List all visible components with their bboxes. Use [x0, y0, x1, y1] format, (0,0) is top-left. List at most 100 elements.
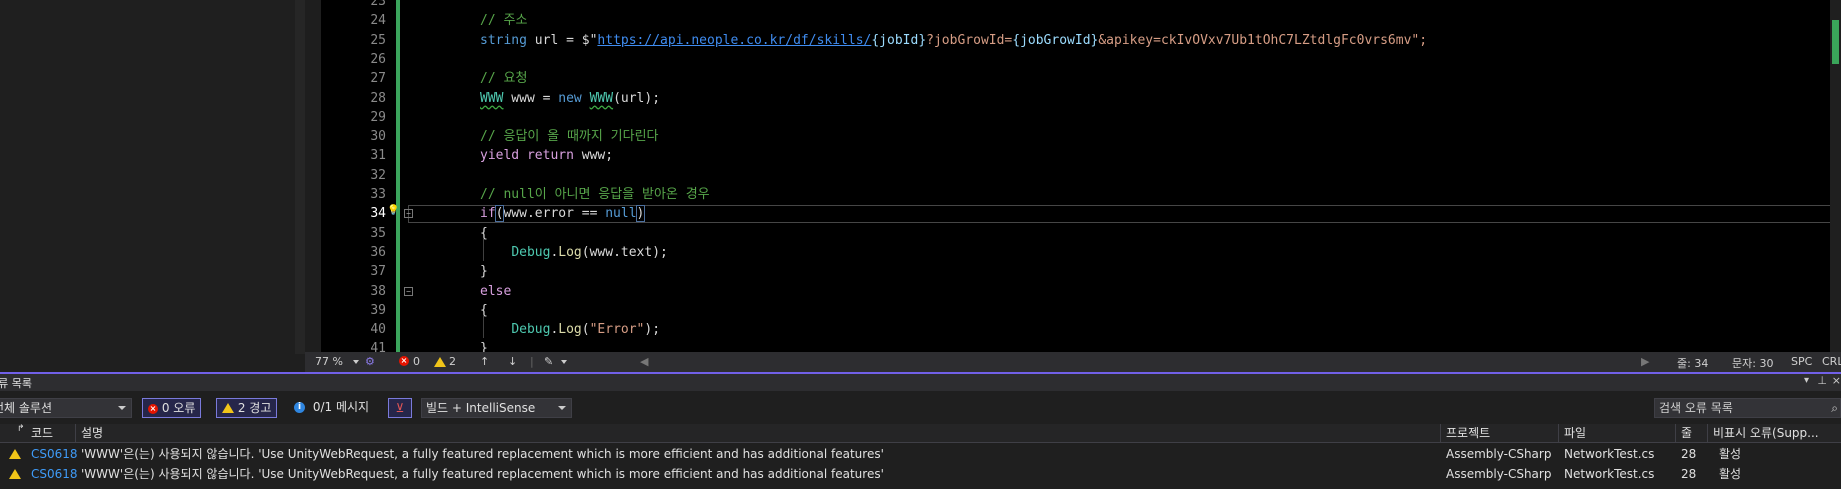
- table-row[interactable]: CS0618 'WWW'은(는) 사용되지 않습니다. 'Use UnityWe…: [0, 445, 1841, 464]
- copilot-icon[interactable]: ⚙: [365, 355, 375, 368]
- zoom-dropdown-icon[interactable]: [353, 360, 359, 364]
- code-line[interactable]: 31 yield return www;: [305, 146, 1841, 165]
- editor-vertical-scrollbar[interactable]: [1830, 0, 1841, 354]
- code-line[interactable]: 26: [305, 50, 1841, 69]
- code-line[interactable]: 24 // 주소: [305, 11, 1841, 30]
- code-line[interactable]: 27 // 요청: [305, 69, 1841, 88]
- previous-issue-icon[interactable]: ↑: [480, 355, 489, 368]
- scope-dropdown[interactable]: 전체 솔루션: [0, 398, 132, 418]
- column-separator[interactable]: [1675, 424, 1676, 442]
- column-indicator[interactable]: 문자: 30: [1732, 355, 1773, 371]
- line-ending-indicator[interactable]: CRLF: [1822, 355, 1841, 368]
- code-line[interactable]: 37}: [305, 262, 1841, 281]
- code-cleanup-icon[interactable]: ✎: [544, 355, 553, 368]
- code-line[interactable]: 32: [305, 166, 1841, 185]
- error-description: 'WWW'은(는) 사용되지 않습니다. 'Use UnityWebReques…: [81, 447, 884, 461]
- line-number: 28: [370, 90, 386, 106]
- code-line[interactable]: 35{: [305, 224, 1841, 243]
- code-token: Log: [558, 244, 582, 260]
- line-number: 36: [370, 244, 386, 260]
- code-text[interactable]: if(www.error == null): [480, 204, 646, 223]
- collapse-icon[interactable]: −: [404, 209, 413, 219]
- code-token: Log: [558, 322, 582, 338]
- code-line[interactable]: 34 if(www.error == null): [305, 204, 1841, 224]
- pin-icon[interactable]: ⊥: [1817, 374, 1827, 387]
- code-text[interactable]: }: [480, 262, 488, 281]
- lightbulb-icon[interactable]: 💡: [387, 205, 399, 216]
- code-text[interactable]: // null이 아니면 응답을 받아온 경우: [480, 185, 710, 204]
- code-text[interactable]: // 응답이 올 때까지 기다린다: [480, 127, 659, 146]
- code-token: (www.text);: [581, 244, 668, 260]
- window-position-icon[interactable]: ▾: [1804, 375, 1809, 386]
- code-line[interactable]: 30 // 응답이 올 때까지 기다린다: [305, 127, 1841, 146]
- code-text[interactable]: // 요청: [480, 69, 527, 88]
- line-indicator[interactable]: 줄: 34: [1677, 355, 1708, 371]
- code-line[interactable]: 39{: [305, 301, 1841, 320]
- error-code-link[interactable]: CS0618: [31, 465, 78, 484]
- table-row[interactable]: CS0618 'WWW'은(는) 사용되지 않습니다. 'Use UnityWe…: [0, 465, 1841, 484]
- code-token: new: [558, 90, 582, 106]
- code-cleanup-dropdown-icon[interactable]: [561, 360, 567, 364]
- scroll-right-icon[interactable]: ▶: [1641, 355, 1649, 368]
- code-text[interactable]: yield return www;: [480, 146, 613, 165]
- collapse-icon[interactable]: −: [404, 286, 413, 296]
- warning-count-icon[interactable]: [434, 357, 446, 367]
- sort-icon[interactable]: ↱: [17, 424, 25, 442]
- code-text[interactable]: else: [480, 282, 511, 301]
- whitespace-indicator[interactable]: SPC: [1791, 355, 1812, 368]
- filter-icon[interactable]: ⊻: [388, 398, 412, 418]
- error-code-link[interactable]: CS0618: [31, 445, 78, 464]
- search-error-list-input[interactable]: 검색 오류 목록 ⌕: [1654, 398, 1841, 418]
- code-line[interactable]: 33 // null이 아니면 응답을 받아온 경우: [305, 185, 1841, 204]
- code-line[interactable]: 40 Debug.Log("Error");: [305, 320, 1841, 339]
- indent-guide: [483, 237, 484, 261]
- code-line[interactable]: 36 Debug.Log(www.text);: [305, 243, 1841, 262]
- error-list-titlebar[interactable]: 오류 목록 ▾ ⊥ ×: [0, 372, 1841, 391]
- build-filter-dropdown[interactable]: 빌드 + IntelliSense: [421, 398, 572, 418]
- code-line[interactable]: 38 else: [305, 282, 1841, 301]
- header-suppression[interactable]: 비표시 오류(Supp...: [1713, 424, 1819, 442]
- warning-count[interactable]: 2: [449, 355, 456, 368]
- code-text[interactable]: string url = $"https://api.neople.co.kr/…: [480, 31, 1427, 50]
- error-line: 28: [1681, 467, 1697, 481]
- close-icon[interactable]: ×: [1832, 374, 1841, 387]
- code-text[interactable]: WWW www = new WWW(url);: [480, 89, 660, 108]
- messages-filter-button[interactable]: i 0/1 메시지: [294, 398, 369, 418]
- errors-filter-label: 0 오류: [161, 401, 196, 415]
- error-list-panel: 오류 목록 ▾ ⊥ × 전체 솔루션 × 0 오류 2 경고 i 0/1 메시지…: [0, 372, 1841, 489]
- code-text[interactable]: // 주소: [480, 11, 527, 30]
- zoom-level[interactable]: 77 %: [315, 355, 343, 368]
- next-issue-icon[interactable]: ↓: [508, 355, 517, 368]
- code-token: WWW: [589, 90, 614, 106]
- header-description[interactable]: 설명: [81, 424, 103, 442]
- column-separator[interactable]: [1707, 424, 1708, 442]
- warning-icon: [222, 402, 234, 413]
- error-count[interactable]: 0: [413, 355, 420, 368]
- code-text[interactable]: Debug.Log("Error");: [480, 320, 660, 339]
- code-token: "Error": [589, 322, 645, 338]
- warnings-filter-button[interactable]: 2 경고: [216, 398, 278, 418]
- code-token: ?jobGrowId=: [926, 32, 1013, 48]
- error-count-icon[interactable]: ×: [399, 356, 409, 366]
- scrollbar-thumb[interactable]: [1832, 20, 1839, 64]
- errors-filter-button[interactable]: × 0 오류: [142, 398, 202, 418]
- scroll-left-icon[interactable]: ◀: [640, 355, 648, 368]
- header-file[interactable]: 파일: [1564, 424, 1586, 442]
- error-list-toolbar: 전체 솔루션 × 0 오류 2 경고 i 0/1 메시지 ⊻ 빌드 + Inte…: [0, 396, 1841, 422]
- code-line[interactable]: 25 string url = $"https://api.neople.co.k…: [305, 31, 1841, 50]
- code-text[interactable]: Debug.Log(www.text);: [480, 243, 668, 262]
- left-panel-scrollbar[interactable]: [295, 0, 305, 354]
- code-line[interactable]: 29: [305, 108, 1841, 127]
- column-separator[interactable]: [1558, 424, 1559, 442]
- column-separator[interactable]: [1440, 424, 1441, 442]
- code-line[interactable]: 28 WWW www = new WWW(url);: [305, 89, 1841, 108]
- code-line[interactable]: 23: [305, 0, 1841, 11]
- column-separator[interactable]: [75, 424, 76, 442]
- header-line[interactable]: 줄: [1681, 424, 1692, 442]
- code-editor[interactable]: 23 24 // 주소 25 string url = $"https://api.ne…: [305, 0, 1841, 354]
- code-token: {jobGrowId}: [1012, 32, 1099, 48]
- error-project: Assembly-CSharp: [1446, 467, 1552, 481]
- header-project[interactable]: 프로젝트: [1446, 424, 1490, 442]
- header-code[interactable]: 코드: [31, 424, 53, 442]
